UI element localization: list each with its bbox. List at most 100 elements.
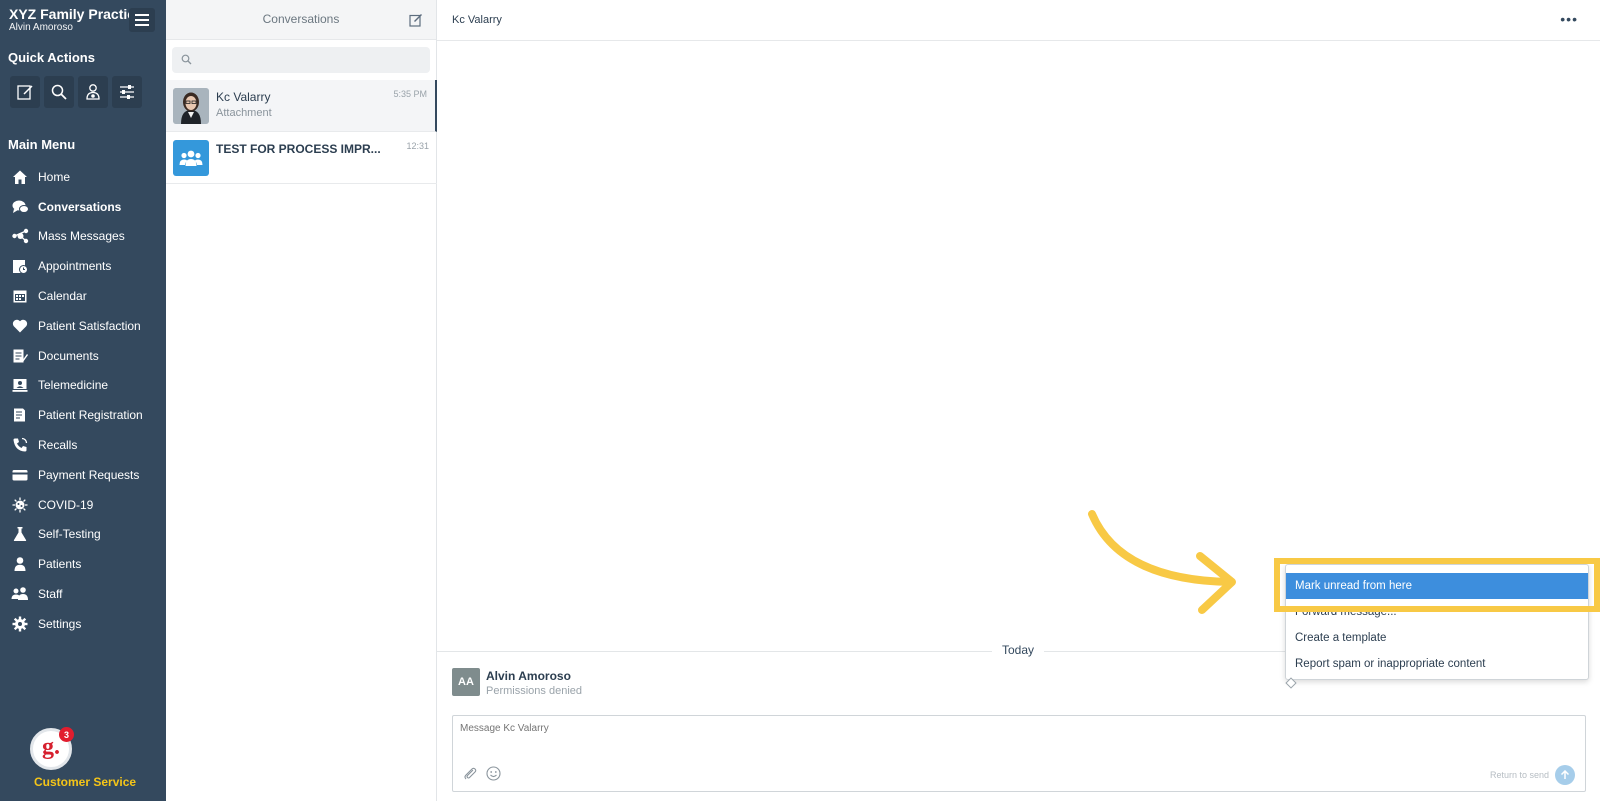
mass-messages-icon <box>11 227 29 245</box>
gear-icon <box>11 615 29 633</box>
sidebar-item-patients[interactable]: Patients <box>0 549 166 579</box>
sidebar-item-payment-requests[interactable]: Payment Requests <box>0 460 166 490</box>
conversation-name: Kc Valarry <box>216 90 271 104</box>
sidebar-item-label: Appointments <box>38 259 112 274</box>
sidebar-item-label: Calendar <box>38 289 87 304</box>
conversation-search <box>172 47 430 73</box>
sidebar-item-documents[interactable]: Documents <box>0 341 166 371</box>
sidebar-item-conversations[interactable]: Conversations <box>0 192 166 222</box>
attachment-button[interactable] <box>463 766 477 785</box>
sidebar: XYZ Family Practice Alvin Amoroso Quick … <box>0 0 166 801</box>
quick-action-search-button[interactable] <box>44 76 74 108</box>
telemedicine-icon <box>11 376 29 394</box>
practice-name: XYZ Family Practice <box>9 6 143 22</box>
quick-actions <box>10 76 142 108</box>
more-options-button[interactable]: ••• <box>1560 11 1578 27</box>
hamburger-icon <box>135 14 149 26</box>
sidebar-item-settings[interactable]: Settings <box>0 609 166 639</box>
add-patient-icon <box>86 84 100 100</box>
compose-icon <box>17 85 33 100</box>
sidebar-item-calendar[interactable]: Calendar <box>0 281 166 311</box>
quick-action-compose-button[interactable] <box>10 76 40 108</box>
appointments-icon <box>11 257 29 275</box>
sidebar-item-label: Conversations <box>38 199 122 214</box>
conversation-time: 5:35 PM <box>393 89 427 99</box>
sidebar-item-appointments[interactable]: Appointments <box>0 251 166 281</box>
sidebar-item-recalls[interactable]: Recalls <box>0 430 166 460</box>
registration-icon <box>11 406 29 424</box>
sidebar-item-covid-19[interactable]: COVID-19 <box>0 490 166 520</box>
menu-item-create-template[interactable]: Create a template <box>1286 625 1588 651</box>
app: XYZ Family Practice Alvin Amoroso Quick … <box>0 0 1600 801</box>
virus-icon <box>11 496 29 514</box>
hamburger-menu-button[interactable] <box>129 8 155 32</box>
menu-item-mark-unread[interactable]: Mark unread from here <box>1286 573 1588 599</box>
message-composer: Return to send <box>452 715 1586 792</box>
chat-icon <box>11 198 29 216</box>
avatar <box>173 88 209 124</box>
notification-badge: 3 <box>59 727 74 742</box>
conversation-time: 12:31 <box>406 141 429 151</box>
conversation-preview: Attachment <box>216 107 272 119</box>
sidebar-item-label: COVID-19 <box>38 497 94 512</box>
sidebar-item-patient-registration[interactable]: Patient Registration <box>0 400 166 430</box>
message-text: Permissions denied <box>486 685 582 697</box>
calendar-icon <box>11 287 29 305</box>
person-icon <box>11 555 29 573</box>
sidebar-item-label: Documents <box>38 348 99 363</box>
credit-card-icon <box>11 466 29 484</box>
group-avatar <box>173 140 209 176</box>
conversation-item[interactable]: Kc Valarry Attachment 5:35 PM <box>166 80 437 132</box>
chat-panel: Kc Valarry ••• Today AA Alvin Amoroso Pe… <box>437 0 1600 801</box>
more-icon: ••• <box>1560 11 1578 27</box>
arrow-up-icon <box>1560 770 1570 779</box>
conversation-name: TEST FOR PROCESS IMPR... <box>216 142 381 156</box>
paperclip-icon <box>464 767 477 780</box>
sidebar-item-label: Staff <box>38 587 63 602</box>
sidebar-item-label: Recalls <box>38 438 78 453</box>
filters-icon <box>120 85 134 99</box>
message-context-menu: Mark unread from here Forward message...… <box>1285 564 1589 680</box>
menu-item-report-spam[interactable]: Report spam or inappropriate content <box>1286 651 1588 677</box>
emoji-button[interactable] <box>486 766 501 786</box>
menu-item-forward-message[interactable]: Forward message... <box>1286 599 1588 625</box>
sidebar-item-label: Patient Satisfaction <box>38 318 141 333</box>
search-icon <box>181 54 192 65</box>
return-to-send-hint: Return to send <box>1489 770 1549 780</box>
conversation-list-title: Conversations <box>262 12 340 26</box>
compose-icon <box>409 14 422 27</box>
sidebar-item-label: Self-Testing <box>38 527 101 542</box>
conversation-list-header: Conversations <box>166 0 436 40</box>
main-menu: Home Conversations Mass Messages Appoint… <box>0 162 166 639</box>
sidebar-item-telemedicine[interactable]: Telemedicine <box>0 371 166 401</box>
search-input[interactable] <box>198 51 420 69</box>
conversation-list-panel: Conversations Kc Valarry Attachment 5:35… <box>166 0 437 801</box>
documents-icon <box>11 347 29 365</box>
search-icon <box>51 84 67 100</box>
group-icon <box>179 150 203 166</box>
emoji-icon <box>486 766 501 781</box>
sidebar-item-label: Home <box>38 169 71 184</box>
sidebar-item-label: Patients <box>38 557 82 572</box>
conversation-item[interactable]: TEST FOR PROCESS IMPR... 12:31 <box>166 132 437 184</box>
home-icon <box>11 168 29 186</box>
message-sender: Alvin Amoroso <box>486 669 571 683</box>
new-conversation-button[interactable] <box>409 13 423 32</box>
sidebar-item-mass-messages[interactable]: Mass Messages <box>0 222 166 252</box>
sidebar-item-self-testing[interactable]: Self-Testing <box>0 520 166 550</box>
customer-service-logo-text: g. <box>42 734 60 760</box>
phone-icon <box>11 436 29 454</box>
avatar: AA <box>452 668 480 696</box>
chat-header: Kc Valarry ••• <box>437 0 1600 41</box>
group-icon <box>11 585 29 603</box>
message-input[interactable] <box>460 723 1560 753</box>
sidebar-item-label: Telemedicine <box>38 378 109 393</box>
sidebar-item-home[interactable]: Home <box>0 162 166 192</box>
quick-actions-title: Quick Actions <box>8 50 95 65</box>
sidebar-item-staff[interactable]: Staff <box>0 579 166 609</box>
sidebar-item-label: Settings <box>38 616 82 631</box>
sidebar-item-patient-satisfaction[interactable]: Patient Satisfaction <box>0 311 166 341</box>
quick-action-filters-button[interactable] <box>112 76 142 108</box>
send-button[interactable] <box>1555 765 1575 785</box>
quick-action-add-patient-button[interactable] <box>78 76 108 108</box>
